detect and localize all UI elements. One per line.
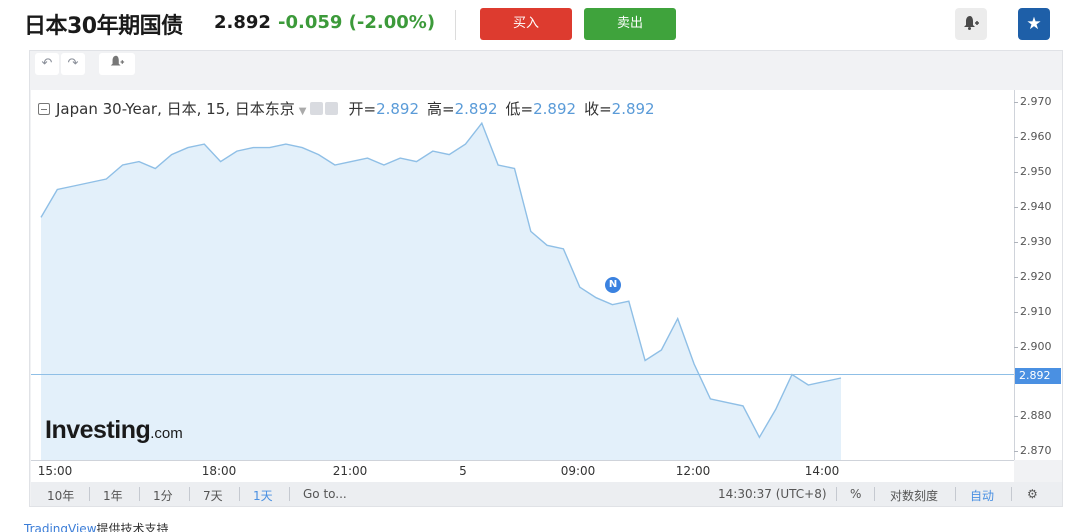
percent-toggle[interactable]: % [850, 487, 861, 501]
header-divider [455, 10, 456, 40]
news-marker[interactable]: N [605, 277, 621, 293]
open-label: 开= [348, 100, 377, 118]
logo-suffix: .com [150, 425, 183, 442]
go-to-button[interactable]: Go to... [303, 487, 347, 501]
y-tick-mark [1014, 206, 1018, 208]
separator [955, 487, 956, 501]
tradingview-link[interactable]: TradingView [24, 522, 97, 532]
undo-icon: ↶ [41, 56, 53, 71]
range-7d[interactable]: 7天 [203, 487, 223, 504]
high-label: 高= [427, 100, 455, 118]
y-tick-mark [1014, 451, 1018, 453]
price-chart [31, 121, 1014, 460]
y-tick-mark [1014, 276, 1018, 278]
y-tick-label: 2.870 [1020, 444, 1052, 458]
y-tick-mark [1014, 172, 1018, 174]
auto-scale-toggle[interactable]: 自动 [970, 487, 994, 504]
separator [239, 487, 240, 501]
last-price-label: 2.892 [1015, 368, 1061, 384]
settings-icon[interactable] [325, 102, 339, 115]
range-1m[interactable]: 1分 [153, 487, 173, 504]
price-area-fill [41, 123, 841, 460]
x-tick-label: 21:00 [332, 464, 368, 478]
separator [1011, 487, 1012, 501]
y-tick-label: 2.970 [1020, 95, 1052, 109]
current-price: 2.892 [214, 12, 271, 33]
x-tick-label: 09:00 [560, 464, 596, 478]
separator [89, 487, 90, 501]
add-alert-button[interactable] [955, 8, 987, 40]
y-tick-label: 2.930 [1020, 234, 1052, 248]
investing-logo: Investing.com [45, 416, 183, 445]
chevron-down-icon[interactable]: ▼ [299, 106, 307, 117]
redo-icon: ↷ [67, 56, 79, 71]
bell-plus-icon [110, 55, 125, 66]
page-title: 日本30年期国债 [24, 14, 183, 39]
y-tick-label: 2.960 [1020, 130, 1052, 144]
y-tick-label: 2.880 [1020, 409, 1052, 423]
y-tick-mark [1014, 102, 1018, 104]
chart-plot-area[interactable] [31, 90, 1014, 460]
y-tick-mark [1014, 137, 1018, 139]
credit-text: 提供技术支持 [96, 522, 169, 532]
chart-legend: Japan 30-Year, 日本, 15, 日本东京 ▼ 开=2.892 高=2.8… [38, 98, 655, 119]
star-icon: ★ [1026, 14, 1042, 34]
buy-button[interactable]: 买入 [480, 8, 572, 40]
range-1y[interactable]: 1年 [103, 487, 123, 504]
y-tick-label: 2.920 [1020, 269, 1052, 283]
y-tick-mark [1014, 346, 1018, 348]
separator [836, 487, 837, 501]
logo-brand: Investing [45, 416, 151, 444]
high-value: 2.892 [454, 100, 498, 118]
eye-icon[interactable] [310, 102, 324, 115]
separator [874, 487, 875, 501]
page-header: 日本30年期国债 2.892 -0.059 (-2.00%) 买入 卖出 ★ [0, 0, 1080, 50]
y-tick-label: 2.940 [1020, 199, 1052, 213]
range-10y[interactable]: 10年 [47, 487, 74, 504]
credit-line: TradingView提供技术支持 [24, 520, 169, 532]
low-label: 低= [505, 100, 534, 118]
undo-button[interactable]: ↶ [35, 53, 59, 75]
time-axis[interactable] [31, 460, 1014, 482]
bell-plus-icon [964, 16, 979, 30]
separator [289, 487, 290, 501]
separator [189, 487, 190, 501]
log-scale-toggle[interactable]: 对数刻度 [890, 487, 938, 504]
gear-icon[interactable]: ⚙ [1027, 487, 1038, 501]
close-value: 2.892 [611, 100, 655, 118]
sell-button[interactable]: 卖出 [584, 8, 676, 40]
clock-time: 14:30:37 (UTC+8) [718, 487, 827, 501]
x-tick-label: 18:00 [201, 464, 237, 478]
y-tick-mark [1014, 416, 1018, 418]
x-tick-label: 12:00 [675, 464, 711, 478]
redo-button[interactable]: ↷ [61, 53, 85, 75]
x-tick-label: 14:00 [804, 464, 840, 478]
symbol-label: Japan 30-Year, 日本, 15, 日本东京 [56, 100, 295, 118]
y-tick-mark [1014, 311, 1018, 313]
y-tick-mark [1014, 241, 1018, 243]
watchlist-star-button[interactable]: ★ [1018, 8, 1050, 40]
close-label: 收= [584, 100, 612, 118]
x-tick-label: 15:00 [37, 464, 73, 478]
separator [139, 487, 140, 501]
low-value: 2.892 [533, 100, 577, 118]
price-change: -0.059 (-2.00%) [278, 12, 436, 33]
x-tick-label: 5 [459, 464, 467, 478]
open-value: 2.892 [376, 100, 420, 118]
y-tick-label: 2.900 [1020, 339, 1052, 353]
y-tick-label: 2.950 [1020, 165, 1052, 179]
chart-alert-button[interactable] [99, 53, 135, 75]
collapse-legend-icon[interactable] [38, 103, 50, 115]
y-tick-label: 2.910 [1020, 304, 1052, 318]
range-1d[interactable]: 1天 [253, 487, 273, 504]
